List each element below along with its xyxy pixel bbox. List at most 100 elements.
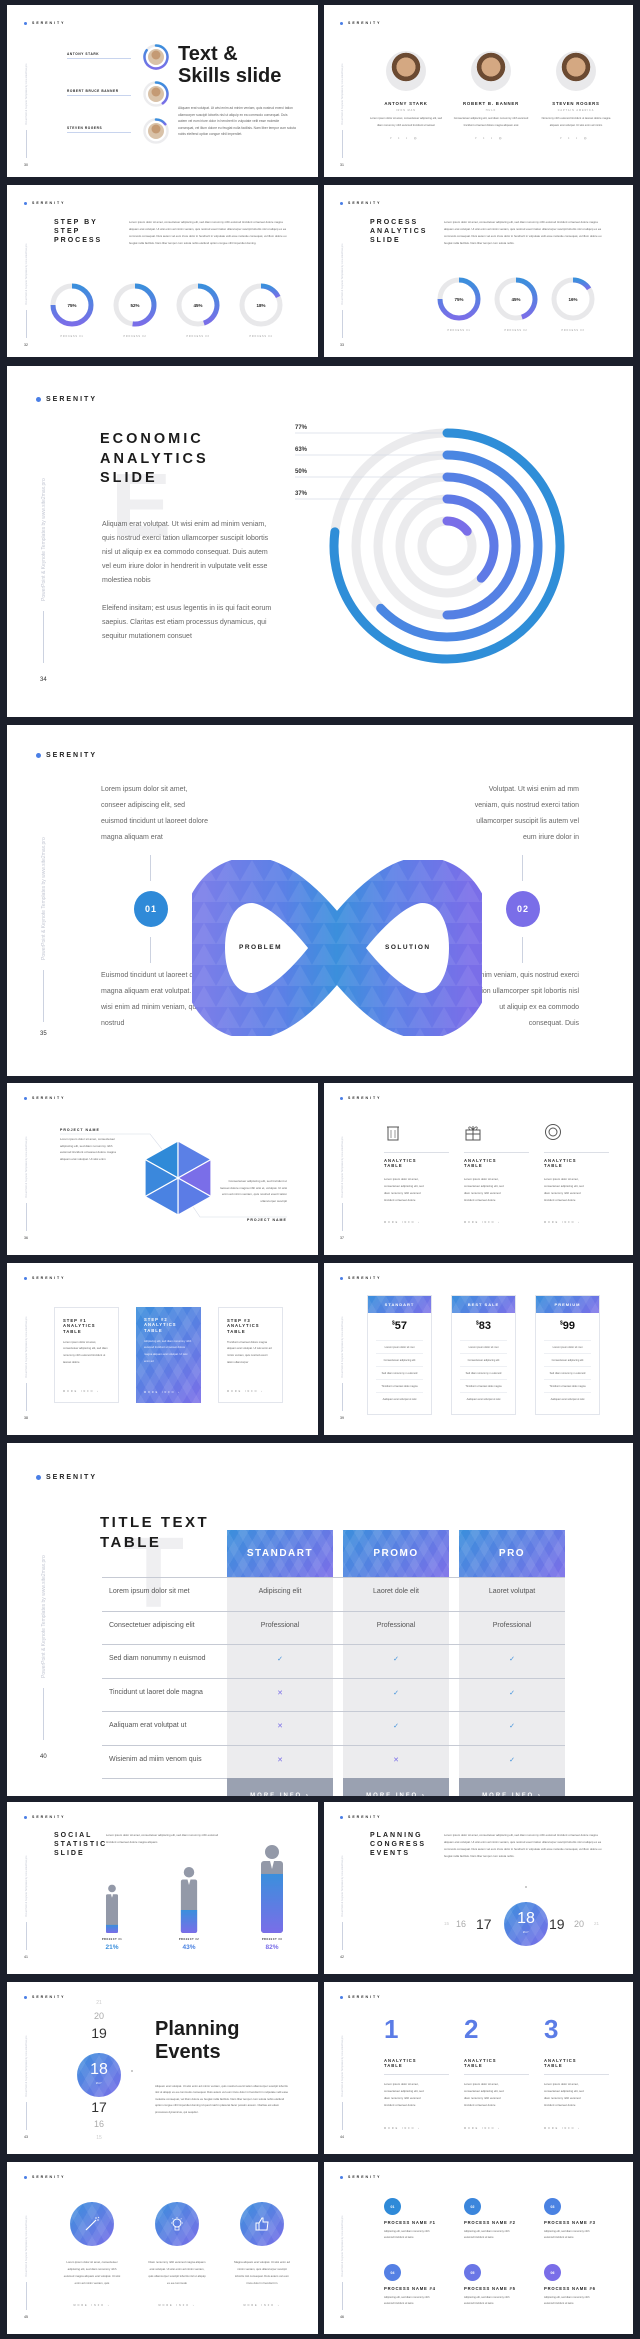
date-option[interactable]: 17 [476,1916,492,1932]
more-info-link[interactable]: MORE INFO › [464,2127,501,2130]
more-info-link[interactable]: MORE INFO › [144,1391,181,1394]
side-line [26,130,27,158]
more-info-button[interactable]: MORE INFO › [343,1778,449,1796]
brand-text: SERENITY [348,201,382,205]
check-icon: ✓ [509,1689,515,1697]
member-name: ROBERT B. BANNER [462,101,519,106]
social-icon[interactable]: f [476,136,482,140]
process-title: PROCESS NAME #2 [464,2220,516,2225]
donut-value-arc [260,283,281,299]
column-divider [464,1152,529,1153]
donut-chart: 75% PROCESS 01 [50,283,94,338]
brand-text: SERENITY [348,1995,382,1999]
date-option[interactable]: 16 [69,2119,129,2129]
cross-icon: ✕ [277,1689,283,1697]
column-body: Lorem ipsum dolor sit amet, consectetuer… [384,1177,424,1202]
pricing-card: PREMIUM $99 Lorem ipsum dolor sit met Conse… [535,1295,600,1415]
process-body: Adipiscing elit, sed diam nonummy nibh e… [464,2296,510,2306]
date-option[interactable]: 21 [69,2000,129,2006]
more-info-link[interactable]: MORE INFO › [544,1221,581,1224]
figure-fill-bar [180,1909,198,1933]
project-percent: 43% [182,1944,195,1951]
social-icon[interactable]: i [491,136,497,140]
date-option[interactable]: 15 [444,1921,449,1926]
lightbulb-icon [169,2216,185,2232]
selected-date-circle[interactable]: 18 MAY [504,1902,548,1946]
check-icon: ✓ [509,1756,515,1764]
date-option[interactable]: 15 [69,2135,129,2141]
body-text: Lorem ipsum dolor sit amet, consectetuer… [444,1833,602,1858]
social-icon[interactable]: ◎ [584,136,592,140]
table-cell: Professional [260,1621,300,1629]
table-cell: Professional [492,1621,532,1629]
process-body: Adipiscing elit, sed diam nonummy nibh e… [544,2230,590,2240]
page-number: 33 [340,343,344,347]
side-credit: PowerPoint & Keynote Templates by www.si… [341,1855,344,1917]
social-icon[interactable]: f [561,136,567,140]
slide-process-analytics: SERENITY PowerPoint & Keynote Templates … [324,185,633,357]
title-line: SLIDE [370,236,401,244]
plan-header: PRO [459,1530,565,1577]
page-number: 37 [340,1236,344,1240]
social-icon[interactable]: t [568,136,574,140]
page-number: 44 [340,2135,344,2139]
date-option[interactable]: 17 [69,2099,129,2115]
title-line-2: Skills slide [178,65,282,87]
social-icon[interactable]: t [483,136,489,140]
pointer-dot [131,2070,133,2072]
more-info-link[interactable]: MORE INFO › [464,1221,501,1224]
column-divider [544,2074,609,2075]
social-icon[interactable]: i [406,136,412,140]
more-info-link[interactable]: MORE INFO › [384,1221,421,1224]
price-value: 83 [478,1320,492,1332]
column-body: Lorem ipsum dolor sit amet, consectetuer… [544,2082,584,2107]
title-line: TABLE [544,1163,563,1169]
more-info-link[interactable]: MORE INFO › [227,1390,264,1393]
more-info-link[interactable]: MORE INFO › [148,2304,206,2307]
date-option[interactable]: 19 [69,2025,129,2041]
date-option[interactable]: 19 [549,1916,565,1932]
more-info-button[interactable]: MORE INFO › [227,1778,333,1796]
more-info-link[interactable]: MORE INFO › [384,2127,421,2130]
side-credit: PowerPoint & Keynote Templates by www.si… [25,1136,28,1198]
social-icon[interactable]: i [576,136,582,140]
slide-title: TITLE TEXT TABLE [100,1513,209,1552]
step-card[interactable]: STEP #1 ANALYTICS TABLE Lorem ipsum dolor s… [54,1307,119,1403]
social-icon[interactable]: f [391,136,397,140]
body-text: Lorem ipsum dolor sit amet, consectetuer… [129,220,287,245]
slide-planning-congress: SERENITY PowerPoint & Keynote Templates … [324,1802,633,1974]
date-option[interactable]: 20 [69,2011,129,2021]
more-info-link[interactable]: MORE INFO › [63,2304,121,2307]
project-label: PROJECT #1 [102,1938,122,1941]
more-info-link[interactable]: MORE INFO › [544,2127,581,2130]
date-option[interactable]: 20 [574,1919,584,1929]
date-option[interactable]: 16 [456,1919,466,1929]
column-divider [464,2074,529,2075]
card-title: STEP #2 ANALYTICS TABLE [136,1307,201,1333]
name-underline [67,58,131,59]
date-option[interactable]: 21 [594,1921,599,1926]
plan-name: PRO [498,1548,526,1559]
date-picker-horizontal[interactable]: 15 16 17 18 MAY 19 20 21 [434,1886,624,1946]
social-icon[interactable]: t [398,136,404,140]
column-body: Lorem ipsum dolor sit amet, consectetuer… [544,1177,584,1202]
more-info-link[interactable]: MORE INFO › [233,2304,291,2307]
selected-date-circle[interactable]: 18 MAY [77,2053,121,2097]
slide-text-skills: SERENITY PowerPoint & Keynote Templates … [7,5,318,177]
step-card[interactable]: STEP #2 ANALYTICS TABLE Adipiscing elit, se… [136,1307,201,1403]
title-line: TABLE [464,2063,483,2069]
body-paragraph-1: Aliquam erat volutpat. Ut wisi enim ad m… [102,521,269,584]
more-info-button[interactable]: MORE INFO › [459,1778,565,1796]
slide-title: PROCESS ANALYTICS SLIDE [370,219,427,245]
row-divider [102,1744,565,1746]
step-card[interactable]: STEP #3 ANALYTICS TABLE Tincidunt ut laoree… [218,1307,283,1403]
column-body: Lorem ipsum dolor sit amet, consectetuer… [63,2260,121,2285]
plan-feature: Tincidunt ut laoreet dole magna [544,1379,591,1392]
social-icon[interactable]: ◎ [499,136,507,140]
date-picker-vertical[interactable]: 21 20 19 18 MAY 17 16 15 [69,1998,129,2150]
title-line: TABLE [384,1163,403,1169]
social-icon[interactable]: ◎ [414,136,422,140]
gift-icon [464,1123,482,1141]
selected-month: MAY [95,2083,103,2085]
more-info-link[interactable]: MORE INFO › [63,1390,100,1393]
